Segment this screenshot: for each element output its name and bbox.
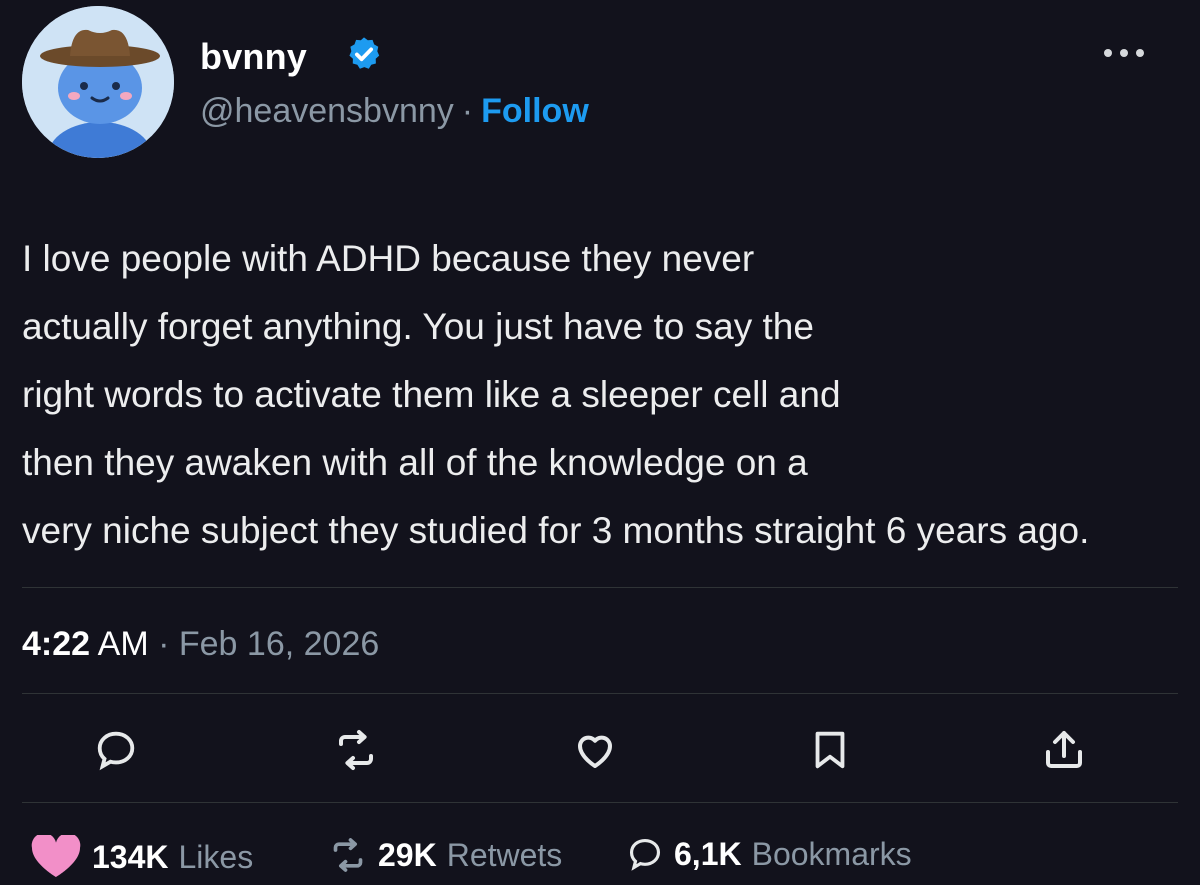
- retweets-small-icon: [333, 838, 363, 872]
- retweets-label: Retwets: [446, 836, 563, 873]
- tweet-text: I love people with ADHD because they nev…: [22, 225, 1172, 565]
- tweet-line: right words to activate them like a slee…: [22, 374, 841, 415]
- retweets-count: 29K: [378, 836, 437, 873]
- bookmarks-label: Bookmarks: [751, 835, 912, 872]
- likes-label: Likes: [178, 838, 254, 875]
- bookmark-button[interactable]: [800, 720, 860, 780]
- retweet-icon: [339, 730, 373, 770]
- reply-icon: [97, 731, 135, 771]
- retweet-button[interactable]: [326, 720, 386, 780]
- tweet-line: actually forget anything. You just have …: [22, 306, 814, 347]
- like-button[interactable]: [565, 720, 625, 780]
- bookmark-icon: [815, 731, 845, 769]
- action-bar: [0, 720, 1200, 780]
- tweet-line: very niche subject they studied for 3 mo…: [22, 510, 1090, 551]
- cowboy-hat-character-icon: [22, 6, 174, 158]
- tweet-ampm: AM: [97, 625, 149, 663]
- timestamp-separator: ·: [158, 625, 170, 663]
- bookmarks-stat[interactable]: 6,1K Bookmarks: [626, 835, 912, 873]
- tweet-timestamp[interactable]: 4:22 AM · Feb 16, 2026: [22, 625, 379, 664]
- user-handle[interactable]: @heavensbvnny: [200, 92, 454, 130]
- handle-row: @heavensbvnny · Follow: [200, 92, 589, 131]
- bookmarks-count: 6,1K: [674, 835, 742, 872]
- follow-button[interactable]: Follow: [481, 92, 589, 130]
- retweets-stat[interactable]: 29K Retwets: [328, 835, 562, 875]
- avatar[interactable]: [22, 6, 174, 158]
- heart-icon: [578, 735, 612, 768]
- tweet-line: I love people with ADHD because they nev…: [22, 238, 755, 279]
- bookmarks-small-icon: [629, 838, 661, 871]
- likes-stat[interactable]: 134K Likes: [30, 835, 253, 879]
- divider: [22, 587, 1178, 588]
- share-icon: [1046, 731, 1082, 768]
- tweet-time: 4:22: [22, 625, 91, 663]
- divider: [22, 693, 1178, 694]
- likes-count: 134K: [92, 838, 169, 875]
- share-button[interactable]: [1034, 720, 1094, 780]
- verified-badge-icon: [349, 37, 380, 69]
- reply-button[interactable]: [86, 720, 146, 780]
- divider: [22, 802, 1178, 803]
- likes-heart-icon: [31, 835, 81, 877]
- display-name[interactable]: bvnny: [200, 36, 307, 78]
- handle-separator: ·: [461, 92, 474, 130]
- tweet-date: Feb 16, 2026: [178, 625, 380, 663]
- tweet-line: then they awaken with all of the knowled…: [22, 442, 808, 483]
- more-options-icon[interactable]: [1098, 38, 1150, 68]
